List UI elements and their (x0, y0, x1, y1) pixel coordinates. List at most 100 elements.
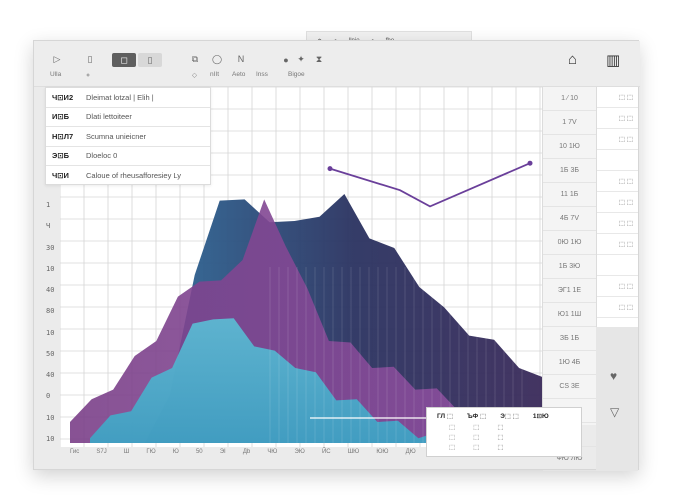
page-button[interactable]: ▯ (82, 51, 98, 67)
trend-line (329, 162, 531, 208)
value-cell[interactable]: 1Б 3Б (543, 159, 596, 183)
x-tick-label: ДЮ (405, 449, 416, 455)
y-tick-label: 0 (46, 392, 51, 401)
list-item[interactable]: Ч⊡И2 Dleimat lotzal | Elih | (46, 88, 210, 108)
home-icon[interactable]: ⌂ (568, 51, 577, 68)
list-value: Scumna unieicner (86, 131, 147, 141)
text-tool-icon[interactable]: N (234, 51, 248, 67)
table-cell: ⬚ (473, 444, 480, 451)
value-cell[interactable]: 1 ⁄ 10 (543, 87, 596, 111)
data-table: ГЛ ⬚ ЪФ ⬚ Э⬚ ⬚ 1⊡Ю ⬚ ⬚ ⬚ ⬚ ⬚ ⬚ ⬚ ⬚ ⬚ (426, 407, 582, 457)
shape-label: nIIt (210, 71, 220, 78)
value-cell[interactable]: ЭГ1 1Е (543, 279, 596, 303)
value-cell[interactable]: 11 1Б (543, 183, 596, 207)
copy-icon[interactable]: ⧉ (188, 51, 202, 67)
y-tick-label: 10 (46, 328, 55, 337)
table-cell: ⬚ (449, 434, 456, 441)
list-value: Dloeloc 0 (86, 151, 118, 161)
y-tick-label: 40 (46, 286, 55, 295)
x-tick-label: ЭЮ (294, 449, 305, 455)
list-key: Н⊡Л7 (52, 131, 74, 141)
y-tick-label: Ч (46, 222, 51, 231)
property-cell[interactable] (597, 255, 638, 276)
table-cell: ⬚ (497, 444, 504, 451)
property-cell[interactable]: ⬚ ⬚ (597, 297, 638, 318)
column-header: 1⊡Ю (532, 413, 549, 420)
y-tick-label: 80 (46, 307, 55, 316)
shape-icon[interactable]: ◯ (210, 51, 224, 67)
play-label: Ulla (50, 71, 62, 78)
list-item[interactable]: Ч⊡И Caloue of rheusafforesiey Ly (46, 166, 210, 186)
list-value: Caloue of rheusafforesiey Ly (86, 171, 182, 181)
list-key: Ч⊡И (52, 171, 69, 181)
list-item[interactable]: И⊡Б Dlati lettoiteer (46, 108, 210, 127)
y-tick-label: 50 (46, 349, 55, 358)
y-tick-label: 10 (46, 264, 55, 273)
property-column: ⬚ ⬚ ⬚ ⬚ ⬚ ⬚ ⬚ ⬚ ⬚ ⬚ ⬚ ⬚ ⬚ ⬚ ⬚ ⬚ ⬚ ⬚ (596, 87, 638, 339)
y-tick-label: 10 (46, 413, 55, 422)
action-panel: ♥ ▽ (596, 327, 638, 471)
list-item[interactable]: Н⊡Л7 Scumna unieicner (46, 127, 210, 147)
x-tick-label: Ш (123, 449, 130, 455)
value-cell[interactable]: 1 7V (543, 111, 596, 135)
play-button[interactable]: ▷ (48, 51, 66, 67)
table-row: ⬚ ⬚ ⬚ (427, 432, 581, 442)
value-cell[interactable]: ЗБ 1Б (543, 327, 596, 351)
value-cell[interactable]: СS 3Е (543, 375, 596, 399)
sparkle-icon[interactable]: ✦ (294, 51, 308, 67)
column-header: ГЛ ⬚ (437, 413, 454, 420)
property-cell[interactable]: ⬚ ⬚ (597, 276, 638, 297)
x-tick-label: ШЮ (347, 449, 360, 455)
value-cell[interactable]: Ю1 1Ш (543, 303, 596, 327)
chart-window: ▷ Ulla ▯ ⋄ ◻ ▯ ⧉ ◇ ◯ nIIt N Aeto Inss ● … (33, 40, 640, 471)
dot-icon[interactable]: ● (280, 53, 292, 67)
property-cell[interactable]: ⬚ ⬚ (597, 192, 638, 213)
x-tick-label: Ѕ7Ј (96, 449, 107, 455)
series-list: Ч⊡И2 Dleimat lotzal | Elih | И⊡Б Dlati let… (45, 87, 211, 185)
x-tick-label: Ю (172, 449, 179, 455)
value-cell[interactable]: 1Ю 4Б (543, 351, 596, 375)
trend-point (327, 166, 333, 172)
x-tick-label: ЮЮ (376, 449, 389, 455)
property-cell[interactable]: ⬚ ⬚ (597, 171, 638, 192)
property-cell[interactable]: ⬚ ⬚ (597, 108, 638, 129)
copy-label: ◇ (192, 72, 197, 79)
table-cell: ⬚ (497, 424, 504, 431)
triangle-icon[interactable]: ▽ (610, 405, 619, 419)
column-header: ЪФ ⬚ (467, 413, 487, 420)
property-cell[interactable]: ⬚ ⬚ (597, 234, 638, 255)
table-cell: ⬚ (497, 434, 504, 441)
text-tool-label: Aeto (232, 71, 246, 78)
property-cell[interactable]: ⬚ ⬚ (597, 213, 638, 234)
value-cell[interactable]: 1Б 3Ю (543, 255, 596, 279)
x-tick-label: 50 (195, 449, 203, 455)
x-tick-label: ЭI (219, 449, 226, 455)
trend-point (527, 160, 533, 166)
list-item[interactable]: Э⊡Б Dloeloc 0 (46, 147, 210, 166)
insert-tool[interactable] (260, 51, 274, 67)
property-cell[interactable]: ⬚ ⬚ (597, 87, 638, 108)
property-cell[interactable] (597, 150, 638, 171)
column-header: Э⬚ ⬚ (500, 413, 519, 420)
list-key: Ч⊡И2 (52, 92, 74, 102)
list-value: Dleimat lotzal | Elih | (86, 92, 154, 102)
value-cell[interactable]: 0Ю 1Ю (543, 231, 596, 255)
x-tick-label: Дb (242, 449, 251, 455)
x-tick-label: ЧЮ (267, 449, 278, 455)
list-key: И⊡Б (52, 112, 70, 122)
insert-label: Inss (256, 71, 268, 78)
x-tick-label: ГЮ (146, 449, 156, 455)
list-value: Dlati lettoiteer (86, 112, 132, 122)
view-toggle-active[interactable]: ◻ (112, 53, 136, 67)
y-tick-label: 10 (46, 435, 55, 443)
value-cell[interactable]: 4Б 7V (543, 207, 596, 231)
x-tick-label: Гис (70, 449, 80, 455)
heart-icon[interactable]: ♥ (610, 369, 617, 383)
document-icon[interactable]: ▥ (606, 51, 620, 69)
y-tick-label: 1 (46, 201, 51, 209)
hourglass-icon[interactable]: ⧗ (312, 51, 326, 67)
property-cell[interactable]: ⬚ ⬚ (597, 129, 638, 150)
x-tick-label: ЙС (321, 449, 331, 455)
view-toggle[interactable]: ▯ (138, 53, 162, 67)
value-cell[interactable]: 10 1Ю (543, 135, 596, 159)
